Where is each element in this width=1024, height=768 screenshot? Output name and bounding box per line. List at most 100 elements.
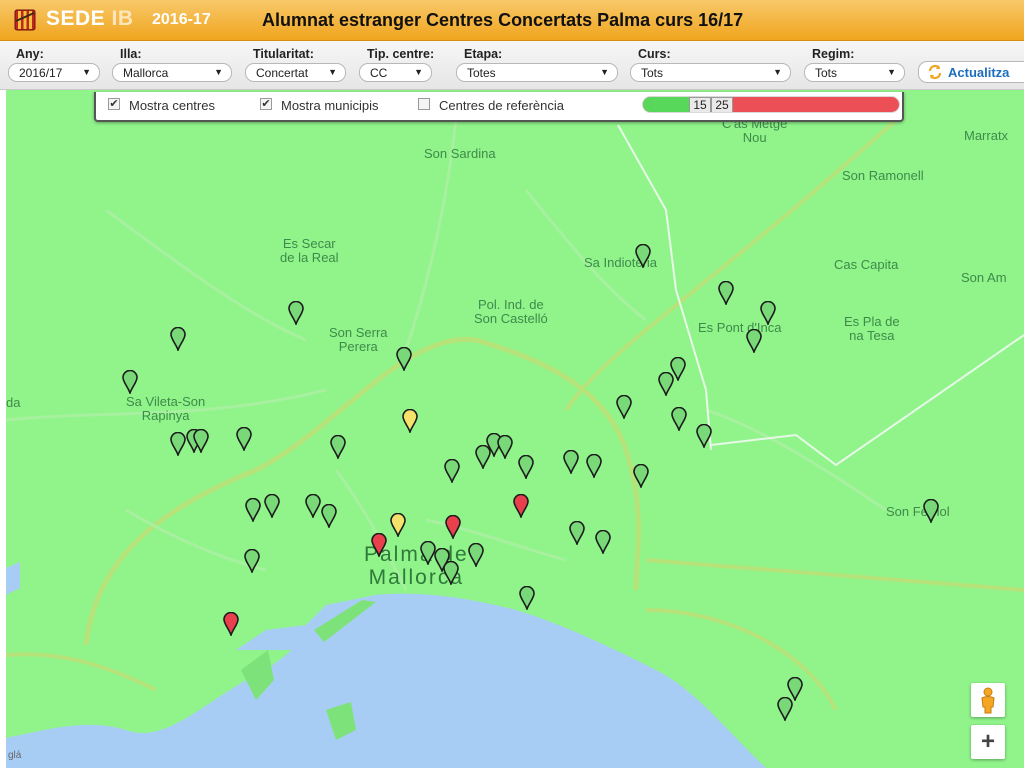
sea-area — [6, 593, 766, 768]
dropdown-arrow-icon: ▼ — [82, 67, 91, 77]
filter-tip-centre-select[interactable]: CC ▼ — [359, 63, 432, 82]
school-marker-green[interactable] — [193, 429, 209, 453]
plus-icon: + — [980, 728, 995, 755]
filter-bar: Any: 2016/17 ▼ Illa: Mallorca ▼ Titularita… — [0, 41, 1024, 90]
header-year: 2016-17 — [152, 11, 211, 28]
school-marker-green[interactable] — [586, 454, 602, 478]
filter-illa-select[interactable]: Mallorca ▼ — [112, 63, 232, 82]
filter-regim-select[interactable]: Tots ▼ — [804, 63, 905, 82]
place-label: Son Am — [961, 270, 1007, 285]
school-marker-green[interactable] — [396, 347, 412, 371]
range-handle-low[interactable]: 15 — [689, 97, 711, 112]
school-marker-green[interactable] — [563, 450, 579, 474]
school-marker-green[interactable] — [595, 530, 611, 554]
school-marker-green[interactable] — [777, 697, 793, 721]
range-handle-high[interactable]: 25 — [711, 97, 733, 112]
place-label: Sa Vileta-Son Rapinya — [126, 394, 206, 423]
filter-label: Regim: — [812, 47, 855, 61]
place-label: Son Ramonell — [842, 168, 924, 183]
filter-regim: Regim: Tots ▼ — [804, 47, 905, 82]
pegman-icon — [981, 687, 995, 714]
checkbox-checked[interactable]: ✔ — [108, 98, 120, 110]
filter-titularitat: Titularitat: Concertat ▼ — [245, 47, 346, 82]
filter-illa: Illa: Mallorca ▼ — [112, 47, 232, 82]
coat-of-arms-icon — [14, 9, 36, 31]
school-marker-red[interactable] — [513, 494, 529, 518]
school-marker-green[interactable] — [497, 435, 513, 459]
school-marker-green[interactable] — [519, 586, 535, 610]
filter-label: Illa: — [120, 47, 142, 61]
school-marker-green[interactable] — [443, 561, 459, 585]
school-marker-green[interactable] — [760, 301, 776, 325]
school-marker-green[interactable] — [444, 459, 460, 483]
school-marker-green[interactable] — [616, 395, 632, 419]
filter-curs-select[interactable]: Tots ▼ — [630, 63, 791, 82]
school-marker-green[interactable] — [122, 370, 138, 394]
school-marker-green[interactable] — [658, 372, 674, 396]
checkbox-checked[interactable]: ✔ — [260, 98, 272, 110]
school-marker-green[interactable] — [746, 329, 762, 353]
dropdown-arrow-icon: ▼ — [328, 67, 337, 77]
page-title: Alumnat estranger Centres Concertats Pal… — [262, 10, 744, 30]
school-marker-yellow[interactable] — [390, 513, 406, 537]
school-marker-green[interactable] — [475, 445, 491, 469]
school-marker-red[interactable] — [445, 515, 461, 539]
zoom-in-button[interactable]: + — [971, 725, 1005, 759]
school-marker-green[interactable] — [718, 281, 734, 305]
school-marker-green[interactable] — [468, 543, 484, 567]
school-marker-red[interactable] — [371, 533, 387, 557]
app-header: SEDE IB 2016-17 Alumnat estranger Centre… — [0, 0, 1024, 41]
refresh-button[interactable]: Actualitza — [918, 61, 1024, 83]
map-canvas[interactable]: Son Sardina Sa Indioteria Son Ramonell C… — [6, 90, 1024, 768]
filter-any-select[interactable]: 2016/17 ▼ — [8, 63, 100, 82]
school-marker-green[interactable] — [696, 424, 712, 448]
school-marker-green[interactable] — [633, 464, 649, 488]
range-slider[interactable]: 15 25 — [642, 96, 900, 113]
filter-etapa-select[interactable]: Totes ▼ — [456, 63, 618, 82]
refresh-label: Actualitza — [948, 65, 1010, 80]
dropdown-arrow-icon: ▼ — [414, 67, 423, 77]
dropdown-arrow-icon: ▼ — [600, 67, 609, 77]
dropdown-arrow-icon: ▼ — [887, 67, 896, 77]
street-view-button[interactable] — [971, 683, 1005, 717]
place-label: Son Ferriol — [886, 504, 950, 519]
school-marker-green[interactable] — [330, 435, 346, 459]
school-marker-green[interactable] — [635, 244, 651, 268]
filter-label: Any: — [16, 47, 44, 61]
place-label: Pol. Ind. de Son Castelló — [474, 297, 548, 326]
school-marker-green[interactable] — [569, 521, 585, 545]
school-marker-green[interactable] — [245, 498, 261, 522]
filter-any: Any: 2016/17 ▼ — [8, 47, 100, 82]
dropdown-arrow-icon: ▼ — [773, 67, 782, 77]
place-label: Son Sardina — [424, 146, 496, 161]
refresh-icon — [928, 64, 942, 80]
checkbox-unchecked[interactable] — [418, 98, 430, 110]
filter-titularitat-select[interactable]: Concertat ▼ — [245, 63, 346, 82]
checkbox-label: Mostra municipis — [281, 98, 379, 113]
filter-label: Curs: — [638, 47, 671, 61]
school-marker-green[interactable] — [288, 301, 304, 325]
school-marker-green[interactable] — [170, 327, 186, 351]
school-marker-red[interactable] — [223, 612, 239, 636]
filter-etapa: Etapa: Totes ▼ — [456, 47, 618, 82]
place-label: Es Pla de na Tesa — [844, 314, 900, 343]
map-base — [6, 118, 1024, 768]
school-marker-green[interactable] — [236, 427, 252, 451]
filter-curs: Curs: Tots ▼ — [630, 47, 791, 82]
school-marker-yellow[interactable] — [402, 409, 418, 433]
filter-tip-centre: Tip. centre: CC ▼ — [359, 47, 434, 82]
school-marker-green[interactable] — [518, 455, 534, 479]
school-marker-green[interactable] — [671, 407, 687, 431]
map-attribution: glá — [8, 750, 22, 761]
filter-label: Titularitat: — [253, 47, 314, 61]
place-label: da — [6, 395, 21, 410]
school-marker-green[interactable] — [244, 549, 260, 573]
school-marker-green[interactable] — [170, 432, 186, 456]
place-label: Marratx — [964, 128, 1009, 143]
place-label: Cas Capita — [834, 257, 899, 272]
school-marker-green[interactable] — [321, 504, 337, 528]
school-marker-green[interactable] — [264, 494, 280, 518]
school-marker-green[interactable] — [305, 494, 321, 518]
school-marker-green[interactable] — [923, 499, 939, 523]
checkbox-label: Mostra centres — [129, 98, 215, 113]
